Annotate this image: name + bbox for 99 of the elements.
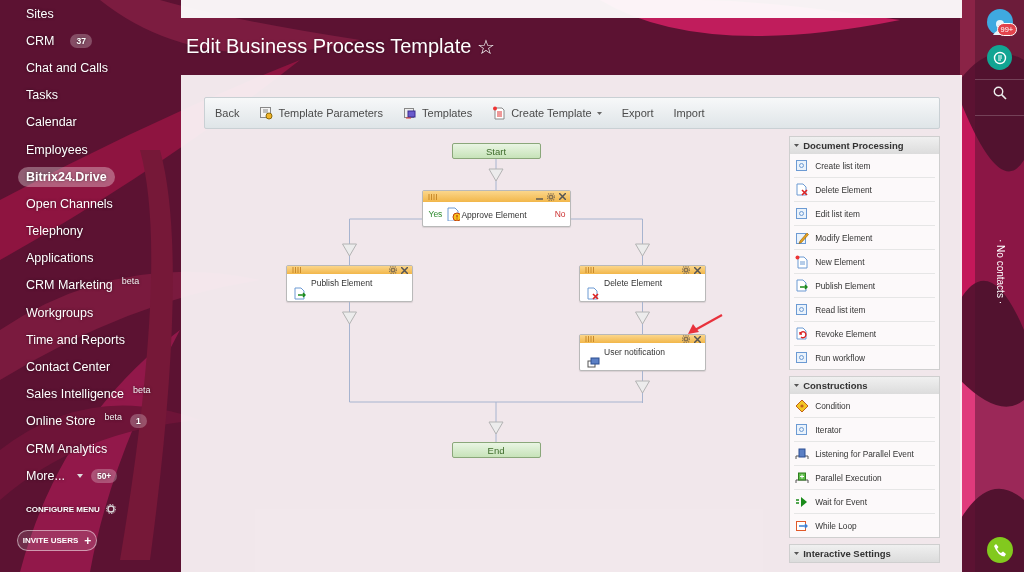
sidebar-item[interactable]: Employees: [18, 139, 96, 160]
block-label: User notification: [604, 347, 665, 357]
activity-block[interactable]: Publish Element: [286, 265, 413, 302]
close-icon[interactable]: [401, 266, 408, 274]
group-header[interactable]: Document Processing: [790, 137, 939, 154]
group-header[interactable]: Interactive Settings: [790, 545, 939, 562]
sidebar-item[interactable]: Time and Reports: [18, 329, 133, 350]
close-icon[interactable]: [694, 266, 701, 274]
arrow-marker: [635, 380, 650, 394]
count-badge: 1: [130, 414, 147, 429]
sidebar-item[interactable]: CRM Marketing: [18, 275, 121, 296]
palette-item[interactable]: Condition: [794, 394, 935, 418]
branch-label: Yes: [428, 209, 443, 219]
toolbar-button[interactable]: Templates: [393, 101, 483, 125]
sidebar-item[interactable]: Contact Center: [18, 357, 119, 378]
phone-icon: [992, 543, 1007, 557]
activity-block[interactable]: Delete Element: [579, 265, 706, 302]
sidebar-item[interactable]: Calendar: [18, 112, 85, 133]
beta-label: beta: [133, 384, 151, 395]
grip-icon: [427, 193, 438, 200]
grip-icon: [585, 267, 595, 273]
palette-item[interactable]: Parallel Execution: [794, 466, 935, 490]
palette-item[interactable]: Modify Element: [794, 226, 935, 250]
start-node[interactable]: Start: [451, 143, 541, 159]
palette-item[interactable]: Wait for Event: [794, 490, 935, 514]
approval-document-icon: [446, 207, 461, 221]
palette-item[interactable]: While Loop: [794, 514, 935, 537]
group-header[interactable]: Constructions: [790, 377, 939, 394]
toolbar-button[interactable]: Template Parameters: [249, 101, 393, 125]
sidebar-item[interactable]: Sites: [18, 3, 62, 24]
loop-icon: [795, 518, 810, 533]
grip-icon: [585, 336, 595, 342]
sidebar-item[interactable]: CRM Analytics: [18, 438, 116, 459]
arrow-marker: [635, 243, 650, 257]
sidebar-item[interactable]: Applications: [18, 248, 102, 269]
branch-label: No: [554, 209, 566, 219]
sidebar-item[interactable]: Open Channels: [18, 193, 121, 214]
beta-label: beta: [104, 411, 122, 422]
activity-block[interactable]: User notification: [579, 334, 706, 371]
palette-item[interactable]: Delete Element: [794, 178, 935, 202]
template-settings-icon: [259, 106, 274, 120]
arrow-marker: [342, 311, 357, 325]
arrow-marker: [635, 311, 650, 325]
sidebar-item[interactable]: Sales Intelligence: [18, 384, 132, 405]
palette-item[interactable]: New Element: [794, 250, 935, 274]
document-delete-icon: [795, 182, 810, 197]
new-document-icon: [795, 254, 810, 269]
plus-block-icon: [795, 470, 810, 485]
configure-menu-link[interactable]: CONFIGURE MENU: [26, 504, 100, 514]
invite-users-button[interactable]: INVITE USERS +: [17, 530, 97, 552]
sidebar-item[interactable]: CRM: [18, 30, 63, 51]
grip-icon: [292, 267, 302, 273]
arrow-marker: [342, 243, 357, 257]
toolbar-button[interactable]: Import: [663, 101, 715, 125]
sidebar-item[interactable]: Tasks: [18, 85, 66, 106]
contacts-note: · No contacts ·: [994, 239, 1005, 304]
beta-label: beta: [121, 275, 140, 286]
favorite-star[interactable]: ☆: [477, 34, 496, 59]
sidebar-item[interactable]: Workgroups: [18, 302, 102, 323]
palette-item[interactable]: Create list item: [794, 154, 935, 178]
new-template-icon: [492, 106, 507, 120]
toolbar-button[interactable]: Export: [611, 101, 664, 125]
sidebar-item[interactable]: Online Store: [18, 411, 104, 432]
sidebar-item[interactable]: More...: [18, 465, 73, 486]
arrow-marker: [488, 421, 504, 435]
palette-item[interactable]: Revoke Element: [794, 322, 935, 346]
block-label: Delete Element: [604, 278, 663, 288]
count-badge: 37: [70, 33, 92, 48]
arrow-marker: [488, 168, 504, 182]
sidebar-item[interactable]: Telephony: [18, 221, 91, 242]
search-icon[interactable]: [992, 86, 1007, 100]
palette-item[interactable]: Iterator: [794, 418, 935, 442]
close-icon[interactable]: [694, 335, 701, 343]
palette-item[interactable]: Publish Element: [794, 274, 935, 298]
message-icon: [586, 356, 600, 370]
toolbar-button[interactable]: Create Template: [482, 101, 612, 125]
count-badge: 50+: [90, 468, 118, 483]
parallel-blocks-icon: [795, 446, 810, 461]
palette-item[interactable]: Run workflow: [794, 346, 935, 369]
sidebar-item[interactable]: Bitrix24.Drive: [18, 166, 115, 187]
close-icon[interactable]: [558, 193, 566, 200]
toolbar-button[interactable]: Back: [205, 101, 250, 125]
templates-icon: [403, 106, 417, 120]
palette-item[interactable]: Read list item: [794, 298, 935, 322]
block-label: Approve Element: [461, 209, 527, 220]
document-arrow-icon: [795, 278, 810, 293]
document-delete-icon: [586, 287, 600, 301]
document-arrow-icon: [293, 287, 307, 301]
chat-bubble-icon: [992, 50, 1007, 65]
page-title: Edit Business Process Template: [186, 35, 472, 58]
condition-block[interactable]: Yes Approve Element No: [421, 190, 571, 227]
pencil-icon: [795, 230, 810, 245]
block-label: Publish Element: [311, 278, 373, 288]
document-undo-icon: [795, 326, 810, 341]
palette-item[interactable]: Listening for Parallel Event: [794, 442, 935, 466]
end-node[interactable]: End: [451, 442, 541, 458]
palette-item[interactable]: Edit list item: [794, 202, 935, 226]
sidebar-item[interactable]: Chat and Calls: [18, 57, 116, 78]
diamond-icon: [795, 398, 810, 413]
